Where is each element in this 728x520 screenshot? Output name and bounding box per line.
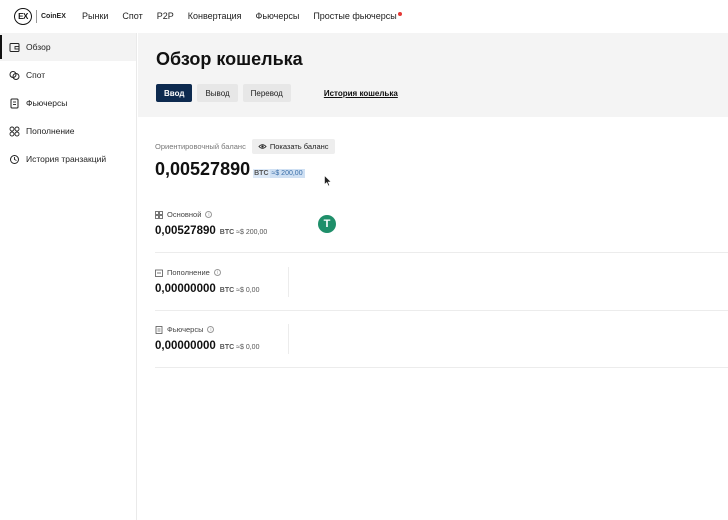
- total-balance-fiat: ≈$ 200,00: [269, 169, 305, 178]
- spot-icon: [8, 69, 20, 81]
- estimated-balance-row: Ориентировочный баланс Показать баланс: [155, 139, 335, 154]
- top-navbar: EX CoinEX Рынки Спот P2P Конвертация Фью…: [0, 0, 728, 33]
- futures-icon: [8, 97, 20, 109]
- account-deposit: Пополнение i 0,00000000 BTC ≈$ 0,00: [155, 268, 728, 295]
- transfer-button[interactable]: Перевод: [242, 84, 291, 102]
- tether-icon[interactable]: T: [318, 215, 336, 233]
- account-amount: 0,00000000: [155, 340, 216, 352]
- futures-icon: [155, 325, 163, 334]
- total-balance: 0,00527890 BTC ≈$ 200,00: [155, 159, 305, 180]
- sidebar-item-spot[interactable]: Спот: [0, 61, 136, 89]
- show-balance-label: Показать баланс: [269, 142, 329, 151]
- sidebar-item-overview[interactable]: Обзор: [0, 33, 136, 61]
- deposit-icon: [8, 125, 20, 137]
- account-fiat: ≈$ 200,00: [236, 229, 268, 236]
- notification-dot-icon: [397, 12, 402, 16]
- account-value: 0,00000000 BTC ≈$ 0,00: [155, 283, 728, 295]
- sidebar-item-label: Обзор: [26, 42, 51, 52]
- history-icon: [8, 153, 20, 165]
- account-header: Фьючерсы i: [155, 325, 728, 334]
- account-value: 0,00000000 BTC ≈$ 0,00: [155, 340, 728, 352]
- divider: [155, 310, 728, 311]
- page-title: Обзор кошелька: [156, 49, 303, 69]
- nav-item-simple-futures[interactable]: Простые фьючерсы: [313, 11, 402, 21]
- account-unit: BTC: [219, 287, 235, 294]
- sidebar-item-futures[interactable]: Фьючерсы: [0, 89, 136, 117]
- info-icon[interactable]: i: [205, 211, 213, 218]
- estimated-balance-label: Ориентировочный баланс: [155, 142, 246, 151]
- total-balance-amount: 0,00527890: [155, 159, 251, 179]
- account-value: 0,00527890 BTC ≈$ 200,00: [155, 225, 728, 237]
- sidebar-item-label: История транзакций: [26, 154, 107, 164]
- nav-item-convert[interactable]: Конвертация: [188, 11, 242, 21]
- account-unit: BTC: [219, 229, 235, 236]
- show-balance-button[interactable]: Показать баланс: [251, 139, 335, 154]
- mouse-cursor-icon: [324, 175, 332, 187]
- deposit-button[interactable]: Ввод: [156, 84, 193, 102]
- account-header: Пополнение i: [155, 268, 728, 277]
- eye-icon: [258, 144, 267, 149]
- divider: [155, 367, 728, 368]
- logo-mark-icon: EX: [14, 8, 32, 25]
- account-name: Пополнение: [167, 268, 210, 277]
- sidebar-item-label: Пополнение: [26, 126, 75, 136]
- wallet-history-link[interactable]: История кошелька: [316, 84, 406, 102]
- account-amount: 0,00527890: [155, 225, 216, 237]
- account-header: Основной i: [155, 210, 728, 219]
- account-fiat: ≈$ 0,00: [236, 287, 260, 294]
- wallet-actions: Ввод Вывод Перевод История кошелька: [156, 84, 411, 102]
- withdraw-button[interactable]: Вывод: [197, 84, 238, 102]
- divider: [155, 252, 728, 253]
- divider: [288, 324, 289, 354]
- info-icon[interactable]: i: [213, 269, 221, 276]
- account-amount: 0,00000000: [155, 283, 216, 295]
- grid-icon: [155, 210, 163, 219]
- nav-item-futures[interactable]: Фьючерсы: [256, 11, 300, 21]
- sidebar: Обзор Спот Фьючерсы Пополнение История т…: [0, 33, 137, 520]
- account-futures: Фьючерсы i 0,00000000 BTC ≈$ 0,00: [155, 325, 728, 352]
- nav-item-spot[interactable]: Спот: [122, 11, 142, 21]
- wallet-icon: [8, 41, 20, 53]
- safe-icon: [155, 269, 163, 277]
- account-fiat: ≈$ 0,00: [236, 344, 260, 351]
- sidebar-item-label: Фьючерсы: [26, 98, 68, 108]
- nav-item-simple-futures-label: Простые фьючерсы: [313, 11, 397, 21]
- divider: [288, 267, 289, 297]
- wallet-content: Ориентировочный баланс Показать баланс 0…: [138, 117, 728, 520]
- logo[interactable]: EX CoinEX: [14, 8, 66, 25]
- nav-item-p2p[interactable]: P2P: [157, 11, 174, 21]
- nav-item-markets[interactable]: Рынки: [82, 11, 108, 21]
- nav-links: Рынки Спот P2P Конвертация Фьючерсы Прос…: [82, 11, 416, 21]
- account-name: Фьючерсы: [167, 325, 204, 334]
- sidebar-item-label: Спот: [26, 70, 46, 80]
- logo-text: CoinEX: [41, 13, 66, 20]
- account-name: Основной: [167, 210, 202, 219]
- sidebar-item-history[interactable]: История транзакций: [0, 145, 136, 173]
- wallet-header: Обзор кошелька Ввод Вывод Перевод Истори…: [138, 33, 728, 117]
- total-balance-unit: BTC: [253, 169, 270, 178]
- logo-divider: [36, 10, 37, 23]
- account-unit: BTC: [219, 344, 235, 351]
- sidebar-item-deposit[interactable]: Пополнение: [0, 117, 136, 145]
- account-main: Основной i 0,00527890 BTC ≈$ 200,00: [155, 210, 728, 237]
- info-icon[interactable]: i: [207, 326, 215, 333]
